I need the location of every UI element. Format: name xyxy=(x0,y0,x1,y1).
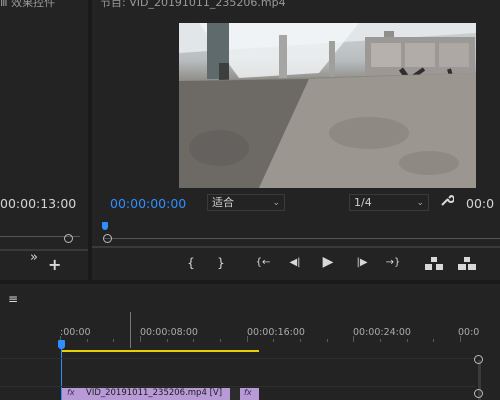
fit-dropdown[interactable]: 适合 ⌄ xyxy=(207,194,285,211)
track-divider xyxy=(0,358,476,359)
program-scroll-bar[interactable] xyxy=(92,246,500,248)
mark-in-button[interactable]: { xyxy=(183,254,199,272)
program-right-timecode: 00:0 xyxy=(466,196,495,211)
resolution-dropdown-value: 1/4 xyxy=(354,196,372,209)
mark-out-button[interactable]: } xyxy=(213,254,229,272)
lift-icon[interactable] xyxy=(425,256,443,275)
fit-dropdown-value: 适合 xyxy=(212,196,234,209)
work-area-bar[interactable] xyxy=(62,350,259,352)
video-clip[interactable]: fx VID_20191011_235206.mp4 [V] xyxy=(62,388,230,400)
video-clip-second[interactable]: fx xyxy=(240,388,259,400)
ruler-label: 00:0 xyxy=(458,327,480,338)
ruler-label: 00:00:24:00 xyxy=(353,327,411,338)
scrollbar-handle-top[interactable] xyxy=(474,355,483,364)
menu-icon[interactable]: ≡ xyxy=(8,290,18,308)
chevron-down-icon: ⌄ xyxy=(272,198,280,208)
ruler-label: 00:00:08:00 xyxy=(140,327,198,338)
step-forward-button[interactable]: |▶ xyxy=(352,254,372,272)
program-ruler xyxy=(104,228,500,239)
left-playhead-end[interactable] xyxy=(64,234,73,243)
left-timecode[interactable]: 00:00:13:00 xyxy=(0,196,76,211)
timeline-ruler: :00:00 00:00:08:00 00:00:16:00 00:00:24:… xyxy=(60,312,500,342)
go-to-out-button[interactable]: →} xyxy=(382,254,404,272)
timeline-panel xyxy=(0,284,500,400)
program-monitor-title: 节目: VID_20191011_235206.mp4 xyxy=(100,0,286,9)
left-scroll-bar[interactable] xyxy=(0,249,88,251)
resolution-dropdown[interactable]: 1/4 ⌄ xyxy=(349,194,429,211)
fx-badge: fx xyxy=(244,388,252,397)
program-playhead[interactable] xyxy=(102,222,108,230)
program-playhead-handle[interactable] xyxy=(103,234,112,243)
fx-badge: fx xyxy=(67,388,75,397)
more-controls-icon[interactable]: » xyxy=(30,249,38,267)
ruler-label: 00:00:16:00 xyxy=(247,327,305,338)
track-divider xyxy=(0,386,476,387)
wrench-icon[interactable] xyxy=(440,193,455,213)
scrollbar-handle-bottom[interactable] xyxy=(474,389,483,398)
timeline-playhead-head[interactable] xyxy=(58,340,65,349)
clip-gap xyxy=(230,388,240,400)
chevron-down-icon: ⌄ xyxy=(416,198,424,208)
left-panel-tab[interactable]: Ⅲ 效果控件 xyxy=(0,0,55,10)
program-timecode[interactable]: 00:00:00:00 xyxy=(110,196,186,211)
go-to-in-button[interactable]: {← xyxy=(252,254,274,272)
add-button-icon[interactable]: + xyxy=(48,256,61,274)
play-button[interactable]: ▶ xyxy=(318,253,338,271)
timeline-position-marker xyxy=(130,312,131,348)
video-scene xyxy=(179,23,476,188)
extract-icon[interactable] xyxy=(458,256,476,275)
step-back-button[interactable]: ◀| xyxy=(285,254,305,272)
clip-label: VID_20191011_235206.mp4 [V] xyxy=(86,388,223,398)
video-frame xyxy=(179,23,476,188)
left-panel xyxy=(0,0,88,280)
ruler-label: :00:00 xyxy=(60,327,91,338)
